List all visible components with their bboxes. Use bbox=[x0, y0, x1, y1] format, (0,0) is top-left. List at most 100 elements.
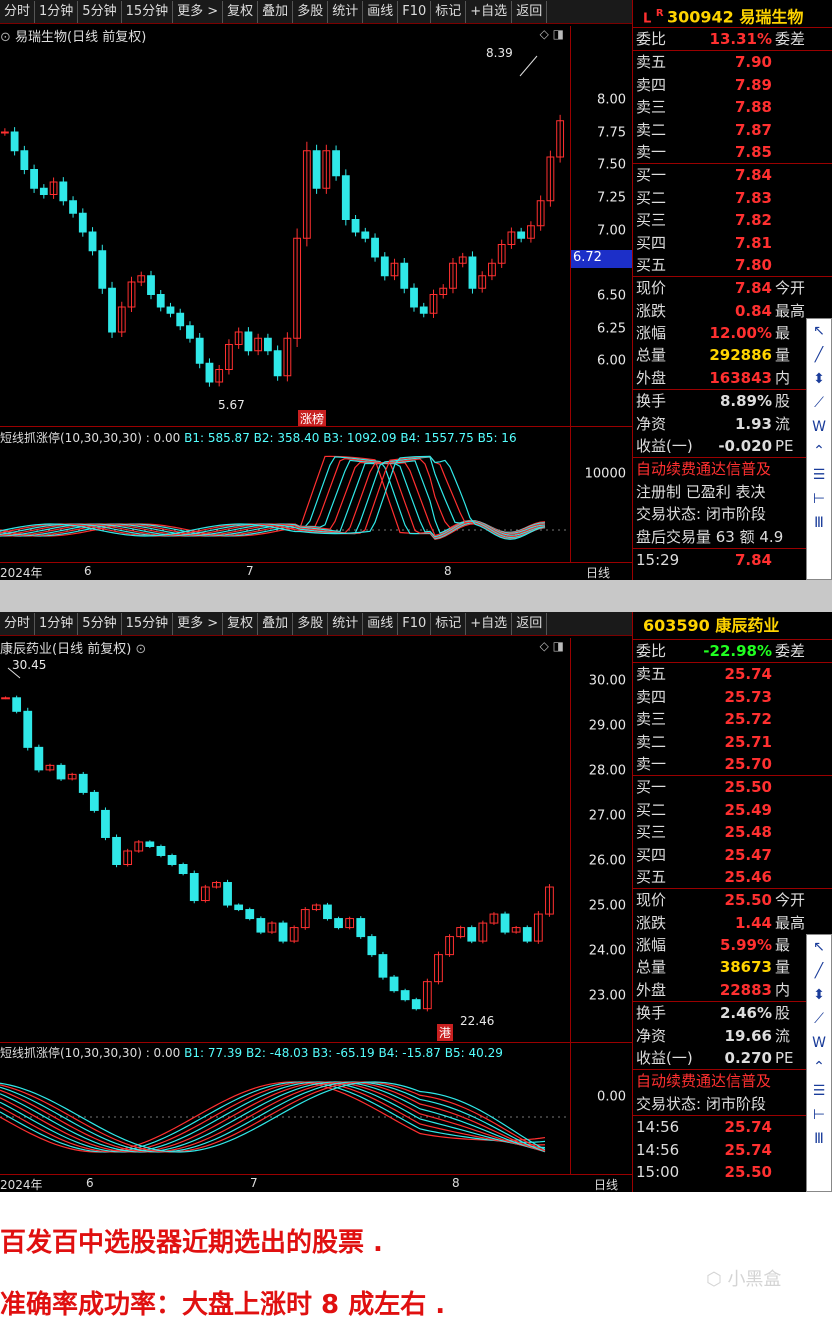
draw-tool-icon[interactable]: ⬍ bbox=[807, 367, 831, 391]
toolbar-item-8[interactable]: 统计 bbox=[328, 0, 364, 23]
quote-row: 现价 25.50 今开 bbox=[633, 889, 832, 911]
price-axis: 30.00 29.00 28.00 27.00 26.00 25.00 24.0… bbox=[570, 638, 632, 1042]
candle bbox=[108, 287, 116, 333]
candle bbox=[20, 150, 29, 170]
toolbar-item-6[interactable]: 叠加 bbox=[258, 612, 294, 635]
quote-row: 净资 19.66 流 bbox=[633, 1025, 832, 1047]
candle bbox=[367, 936, 377, 956]
field-suffix: 股 bbox=[775, 392, 791, 411]
toolbar-item-4[interactable]: 更多 > bbox=[173, 0, 224, 23]
tick-row: 14:56 25.74 bbox=[633, 1139, 832, 1161]
field-value: 25.50 bbox=[724, 778, 772, 797]
indicator-chart[interactable] bbox=[0, 446, 570, 560]
toolbar-item-8[interactable]: 统计 bbox=[328, 612, 364, 635]
field-label: 净资 bbox=[636, 1026, 667, 1045]
toolbar-item-12[interactable]: +自选 bbox=[466, 612, 513, 635]
candle bbox=[323, 904, 332, 920]
draw-tool-icon[interactable]: ╱ bbox=[807, 959, 831, 983]
draw-tool-icon[interactable]: ⟋ bbox=[807, 1007, 831, 1031]
toolbar-item-1[interactable]: 1分钟 bbox=[35, 612, 79, 635]
toolbar-item-4[interactable]: 更多 > bbox=[173, 612, 224, 635]
draw-tool-icon[interactable]: ↖ bbox=[807, 935, 831, 959]
toolbar-item-2[interactable]: 5分钟 bbox=[78, 612, 122, 635]
caption-line-2: 准确率成功率：大盘上涨时 8 成左右 . bbox=[0, 1290, 446, 1320]
field-suffix: 最 bbox=[775, 324, 791, 343]
promo-notice[interactable]: 自动续费通达信普及 bbox=[633, 458, 832, 480]
candle bbox=[467, 927, 477, 942]
toolbar-item-3[interactable]: 15分钟 bbox=[122, 0, 174, 23]
toolbar-item-0[interactable]: 分时 bbox=[0, 0, 36, 23]
draw-tool-icon[interactable]: ⌃ bbox=[807, 1055, 831, 1079]
toolbar-item-5[interactable]: 复权 bbox=[223, 612, 259, 635]
toolbar-item-7[interactable]: 多股 bbox=[293, 0, 329, 23]
candle bbox=[361, 231, 370, 239]
field-value: 25.49 bbox=[724, 800, 772, 819]
draw-tool-icon[interactable]: ⊢ bbox=[807, 487, 831, 511]
candle bbox=[34, 746, 44, 771]
stock-name: 300942 易瑞生物 bbox=[667, 7, 804, 27]
candle bbox=[156, 294, 165, 308]
indicator-chart[interactable] bbox=[0, 1060, 570, 1172]
toolbar-item-5[interactable]: 复权 bbox=[223, 0, 259, 23]
toolbar-item-9[interactable]: 画线 bbox=[363, 612, 399, 635]
field-label: 卖三 bbox=[636, 710, 667, 729]
field-value: 25.74 bbox=[724, 665, 772, 684]
toolbar-item-0[interactable]: 分时 bbox=[0, 612, 36, 635]
draw-tool-icon[interactable]: ☰ bbox=[807, 463, 831, 487]
field-label: 总量 bbox=[636, 346, 667, 365]
field-suffix: 今开 bbox=[775, 279, 806, 298]
field-value: 5.99% bbox=[719, 936, 772, 955]
ask-row: 卖二 7.87 bbox=[633, 119, 832, 141]
period-label[interactable]: 日线 bbox=[586, 564, 610, 580]
toolbar-item-13[interactable]: 返回 bbox=[512, 612, 548, 635]
price-label: 30.00 bbox=[588, 673, 626, 689]
toolbar-item-11[interactable]: 标记 bbox=[431, 0, 467, 23]
toolbar-item-1[interactable]: 1分钟 bbox=[35, 0, 79, 23]
field-label: 买五 bbox=[636, 255, 667, 274]
draw-tool-icon[interactable]: ⌃ bbox=[807, 439, 831, 463]
price-label: 7.75 bbox=[597, 125, 626, 141]
toolbar-item-3[interactable]: 15分钟 bbox=[122, 612, 174, 635]
toolbar-item-9[interactable]: 画线 bbox=[363, 0, 399, 23]
period-label[interactable]: 日线 bbox=[594, 1176, 618, 1192]
draw-tool-icon[interactable]: Ⅲ bbox=[807, 1127, 831, 1151]
draw-tool-icon[interactable]: W bbox=[807, 1031, 831, 1055]
field-value: 25.46 bbox=[724, 867, 772, 886]
toolbar-item-10[interactable]: F10 bbox=[398, 612, 432, 635]
candle bbox=[88, 231, 97, 252]
draw-tool-icon[interactable]: ↖ bbox=[807, 319, 831, 343]
field-value: 163843 bbox=[709, 368, 772, 387]
indicator-axis: 0.00 bbox=[570, 1042, 632, 1174]
draw-tool-icon[interactable]: ⊢ bbox=[807, 1103, 831, 1127]
draw-tool-icon[interactable]: ⟋ bbox=[807, 391, 831, 415]
field-suffix: PE bbox=[775, 437, 794, 456]
toolbar-item-12[interactable]: +自选 bbox=[466, 0, 513, 23]
ask-row: 卖四 7.89 bbox=[633, 74, 832, 96]
promo-notice[interactable]: 自动续费通达信普及 bbox=[633, 1070, 832, 1092]
field-value: -22.98% bbox=[703, 642, 772, 660]
candlestick-chart[interactable] bbox=[0, 26, 570, 426]
draw-tool-icon[interactable]: W bbox=[807, 415, 831, 439]
ask-row: 卖四 25.73 bbox=[633, 686, 832, 708]
draw-tool-icon[interactable]: ⬍ bbox=[807, 983, 831, 1007]
date-axis: 2024年 6 7 8 日线 bbox=[0, 1174, 632, 1192]
draw-tool-icon[interactable]: ╱ bbox=[807, 343, 831, 367]
caption-line-1: 百发百中选股器近期选出的股票 . bbox=[0, 1228, 383, 1258]
candlestick-chart[interactable] bbox=[0, 638, 570, 1042]
draw-tool-icon[interactable]: Ⅲ bbox=[807, 511, 831, 535]
toolbar-item-13[interactable]: 返回 bbox=[512, 0, 548, 23]
toolbar-item-7[interactable]: 多股 bbox=[293, 612, 329, 635]
quote-row: 净资 1.93 流 bbox=[633, 413, 832, 435]
quote-row: 总量 38673 量 bbox=[633, 956, 832, 978]
toolbar-item-6[interactable]: 叠加 bbox=[258, 0, 294, 23]
price-label: 7.00 bbox=[597, 223, 626, 239]
current-price-tag: 6.72 bbox=[571, 250, 633, 268]
toolbar-item-2[interactable]: 5分钟 bbox=[78, 0, 122, 23]
candle bbox=[186, 325, 194, 339]
draw-tool-icon[interactable]: ☰ bbox=[807, 1079, 831, 1103]
field-label: 买三 bbox=[636, 211, 667, 230]
toolbar-item-10[interactable]: F10 bbox=[398, 0, 432, 23]
bid-row: 买四 7.81 bbox=[633, 232, 832, 254]
toolbar-item-11[interactable]: 标记 bbox=[431, 612, 467, 635]
field-suffix: 内 bbox=[775, 368, 791, 387]
